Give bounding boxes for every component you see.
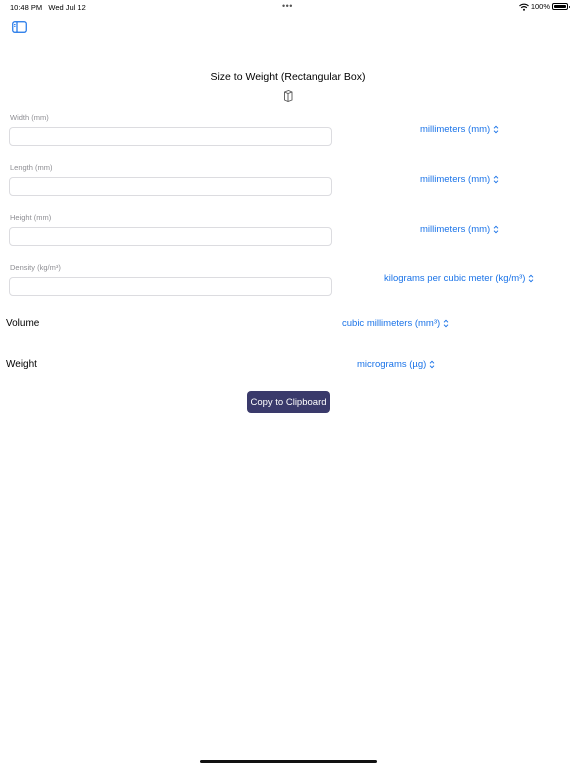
chevron-updown-icon xyxy=(493,125,499,134)
wifi-icon xyxy=(518,3,529,11)
density-unit-label: kilograms per cubic meter (kg/m³) xyxy=(384,273,526,284)
multitasking-dots[interactable]: ••• xyxy=(282,1,293,11)
status-date: Wed Jul 12 xyxy=(48,3,86,12)
status-clock: 10:48 PM xyxy=(10,3,43,12)
sidebar-left-icon xyxy=(12,21,28,33)
battery-percent: 100% xyxy=(530,2,550,11)
length-unit-picker[interactable]: millimeters (mm) xyxy=(420,174,499,185)
battery-icon xyxy=(552,3,570,10)
volume-label: Volume xyxy=(6,318,40,329)
weight-label: Weight xyxy=(6,359,37,370)
sidebar-toggle-button[interactable] xyxy=(12,21,28,35)
length-unit-label: millimeters (mm) xyxy=(420,174,491,185)
width-label: Width (mm) xyxy=(10,113,49,122)
chevron-updown-icon xyxy=(429,360,435,369)
box-3d-icon xyxy=(282,89,294,103)
chevron-updown-icon xyxy=(443,319,449,328)
home-indicator[interactable] xyxy=(200,760,377,763)
status-time: 10:48 PM Wed Jul 12 xyxy=(10,3,86,12)
height-unit-label: millimeters (mm) xyxy=(420,224,491,235)
weight-unit-picker[interactable]: micrograms (µg) xyxy=(357,359,435,370)
width-unit-label: millimeters (mm) xyxy=(420,124,491,135)
status-bar: 10:48 PM Wed Jul 12 ••• 100% xyxy=(0,0,576,14)
width-input[interactable] xyxy=(9,127,332,146)
page-title: Size to Weight (Rectangular Box) xyxy=(210,71,366,83)
height-unit-picker[interactable]: millimeters (mm) xyxy=(420,224,499,235)
volume-unit-picker[interactable]: cubic millimeters (mm³) xyxy=(342,318,449,329)
status-indicators: 100% xyxy=(518,2,570,11)
chevron-updown-icon xyxy=(528,274,534,283)
chevron-updown-icon xyxy=(493,225,499,234)
height-label: Height (mm) xyxy=(10,213,52,222)
density-input[interactable] xyxy=(9,277,332,296)
density-label: Density (kg/m³) xyxy=(10,263,61,272)
volume-unit-label: cubic millimeters (mm³) xyxy=(342,318,441,329)
width-unit-picker[interactable]: millimeters (mm) xyxy=(420,124,499,135)
weight-unit-label: micrograms (µg) xyxy=(357,359,427,370)
copy-to-clipboard-button[interactable]: Copy to Clipboard xyxy=(247,391,330,413)
length-label: Length (mm) xyxy=(10,163,53,172)
chevron-updown-icon xyxy=(493,175,499,184)
battery-level xyxy=(554,5,566,8)
height-input[interactable] xyxy=(9,227,332,246)
density-unit-picker[interactable]: kilograms per cubic meter (kg/m³) xyxy=(384,273,534,284)
length-input[interactable] xyxy=(9,177,332,196)
